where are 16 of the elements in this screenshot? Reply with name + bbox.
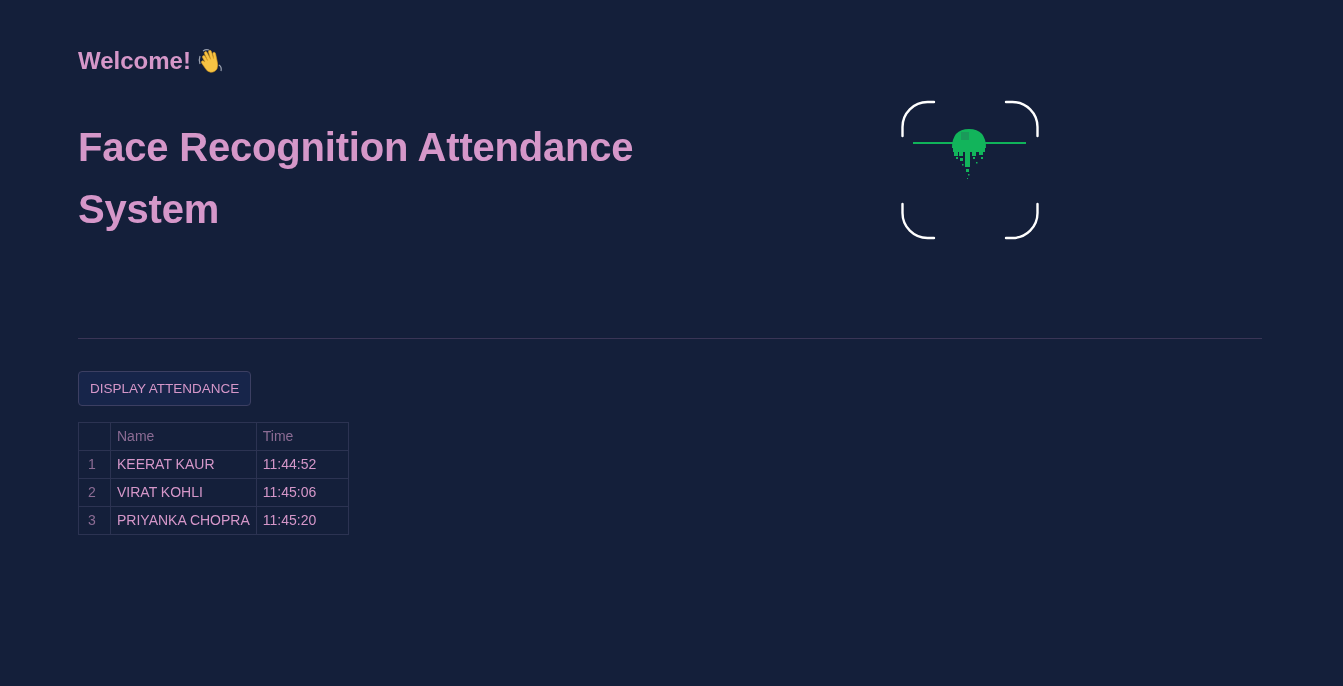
table-cell: KEERAT KAUR	[110, 450, 257, 479]
table-cell: 11:45:06	[256, 478, 349, 507]
column-header: Time	[256, 422, 349, 451]
waving-hand-icon	[196, 47, 225, 75]
row-index: 1	[78, 450, 111, 479]
page-title: Face Recognition Attendance System	[78, 124, 635, 233]
table-cell: PRIYANKA CHOPRA	[110, 506, 257, 535]
column-header: Name	[110, 422, 257, 451]
row-index: 2	[78, 478, 111, 507]
welcome-heading: Welcome!	[78, 46, 191, 76]
display-attendance-button[interactable]: DISPLAY ATTENDANCE	[78, 371, 252, 406]
table-cell: VIRAT KOHLI	[110, 478, 257, 507]
table-cell: 11:44:52	[256, 450, 349, 479]
row-index: 3	[78, 506, 111, 535]
table-cell: 11:45:20	[256, 506, 349, 535]
face-scan-icon	[901, 100, 1039, 240]
